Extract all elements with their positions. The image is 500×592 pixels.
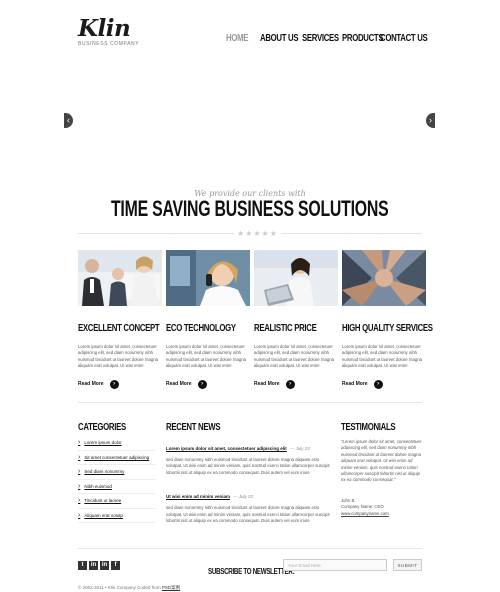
nav-home[interactable]: HOME xyxy=(226,33,253,44)
read-more-link[interactable]: Read More › xyxy=(166,379,250,389)
category-link[interactable]: Tincidunt ut laoree xyxy=(78,494,156,509)
slider-next-button[interactable]: › xyxy=(426,113,435,128)
category-link[interactable]: Lorem ipsum dolor xyxy=(78,436,156,451)
category-link[interactable]: Nibh euismod xyxy=(78,480,156,494)
slider: ‹ › xyxy=(64,106,435,136)
facebook-icon[interactable]: f xyxy=(111,561,120,570)
nav-contact-us[interactable]: CONTACT US xyxy=(380,33,428,44)
news-item: Lorem ipsum dolor sit amet, consectetuer… xyxy=(166,437,334,476)
categories-title: CATEGORIES xyxy=(78,422,126,433)
feature-text: Lorem ipsum dolor sit amet, consectetuer… xyxy=(78,344,159,369)
testimonial-quote: "Lorem ipsum dolor sit amet, consectetue… xyxy=(341,439,422,483)
feature-image-woman-laptop xyxy=(254,250,338,306)
section-divider xyxy=(78,402,422,403)
recent-news-title: RECENT NEWS xyxy=(166,422,221,433)
feature-excellent-concept: EXCELLENT CONCEPT Lorem ipsum dolor sit … xyxy=(78,250,162,389)
headline: TIME SAVING BUSINESS SOLUTIONS xyxy=(0,196,500,222)
feature-image-woman-phone xyxy=(166,250,250,306)
news-date: — July 23 xyxy=(289,446,310,451)
recent-news-list: Lorem ipsum dolor sit amet, consectetuer… xyxy=(166,437,334,533)
social-links: t in in f xyxy=(78,561,120,570)
nav-products[interactable]: PRODUCTS xyxy=(342,33,384,44)
news-title-link[interactable]: Lorem ipsum dolor sit amet, consectetuer… xyxy=(166,446,287,451)
read-more-link[interactable]: Read More › xyxy=(78,379,162,389)
main-nav: HOME ABOUT US SERVICES PRODUCTS CONTACT … xyxy=(226,33,428,44)
arrow-right-icon: › xyxy=(197,379,207,389)
copyright: © 2002-2011 • Klin Company Coded from PS… xyxy=(78,585,181,590)
feature-text: Lorem ipsum dolor sit amet, consectetuer… xyxy=(342,344,423,369)
delicious-icon[interactable]: in xyxy=(100,561,109,570)
feature-eco-technology: ECO TECHNOLOGY Lorem ipsum dolor sit ame… xyxy=(166,250,250,389)
footer-divider xyxy=(78,548,422,549)
feature-high-quality-services: HIGH QUALITY SERVICES Lorem ipsum dolor … xyxy=(342,250,433,389)
copyright-link[interactable]: PSD案例 xyxy=(162,585,180,590)
news-item: Ut wisi enim ad minim veniam — July 23 se… xyxy=(166,485,334,524)
feature-text: Lorem ipsum dolor sit amet, consectetuer… xyxy=(254,344,335,369)
news-body: sed diam nonummy nibh euismod tincidunt … xyxy=(166,457,330,475)
read-more-link[interactable]: Read More › xyxy=(254,379,338,389)
headline-text: TIME SAVING BUSINESS SOLUTIONS xyxy=(111,196,389,221)
feature-text: Lorem ipsum dolor sit amet, consectetuer… xyxy=(166,344,247,369)
testimonials-title: TESTIMONIALS xyxy=(341,422,396,433)
feature-title: ECO TECHNOLOGY xyxy=(166,323,236,334)
testimonial: "Lorem ipsum dolor sit amet, consectetue… xyxy=(341,439,423,517)
news-date: — July 23 xyxy=(233,494,254,500)
arrow-right-icon: › xyxy=(373,379,383,389)
category-link[interactable]: Sed diam nonummy xyxy=(78,465,156,480)
arrow-right-icon: › xyxy=(109,379,119,389)
linkedin-icon[interactable]: in xyxy=(89,561,98,570)
feature-image-team-hands xyxy=(342,250,426,306)
nav-about-us[interactable]: ABOUT US xyxy=(260,33,299,44)
logo-text: Klin xyxy=(78,15,131,42)
logo[interactable]: Klin BUSINESS COMPANY xyxy=(78,15,140,47)
logo-subtitle: BUSINESS COMPANY xyxy=(78,41,140,47)
feature-title: EXCELLENT CONCEPT xyxy=(78,323,160,334)
category-link[interactable]: Aliquam erat volutp xyxy=(78,509,156,523)
feature-realistic-price: REALISTIC PRICE Lorem ipsum dolor sit am… xyxy=(254,250,338,389)
categories-list: Lorem ipsum dolor Sit amet consectetuer … xyxy=(78,436,156,523)
category-link[interactable]: Sit amet consectetuer adipiscing xyxy=(78,451,156,465)
page: Klin BUSINESS COMPANY HOME ABOUT US SERV… xyxy=(0,0,500,592)
newsletter-email-input[interactable]: Your Email Here xyxy=(283,559,387,571)
twitter-icon[interactable]: t xyxy=(78,561,87,570)
testimonial-website-link[interactable]: www.companyname.com xyxy=(341,511,389,516)
feature-title: REALISTIC PRICE xyxy=(254,323,317,334)
news-title-link[interactable]: Ut wisi enim ad minim veniam xyxy=(166,494,230,499)
nav-services[interactable]: SERVICES xyxy=(302,33,339,44)
arrow-right-icon: › xyxy=(285,379,295,389)
stars-ornament: ★★★★★ xyxy=(234,229,281,238)
feature-image-business-team xyxy=(78,250,162,306)
newsletter-submit-button[interactable]: SUBMIT xyxy=(393,559,422,571)
slider-prev-button[interactable]: ‹ xyxy=(64,113,73,128)
feature-title: HIGH QUALITY SERVICES xyxy=(342,323,433,334)
news-body: sed diam nonummy nibh euismod tincidunt … xyxy=(166,505,330,524)
read-more-link[interactable]: Read More › xyxy=(342,379,426,389)
